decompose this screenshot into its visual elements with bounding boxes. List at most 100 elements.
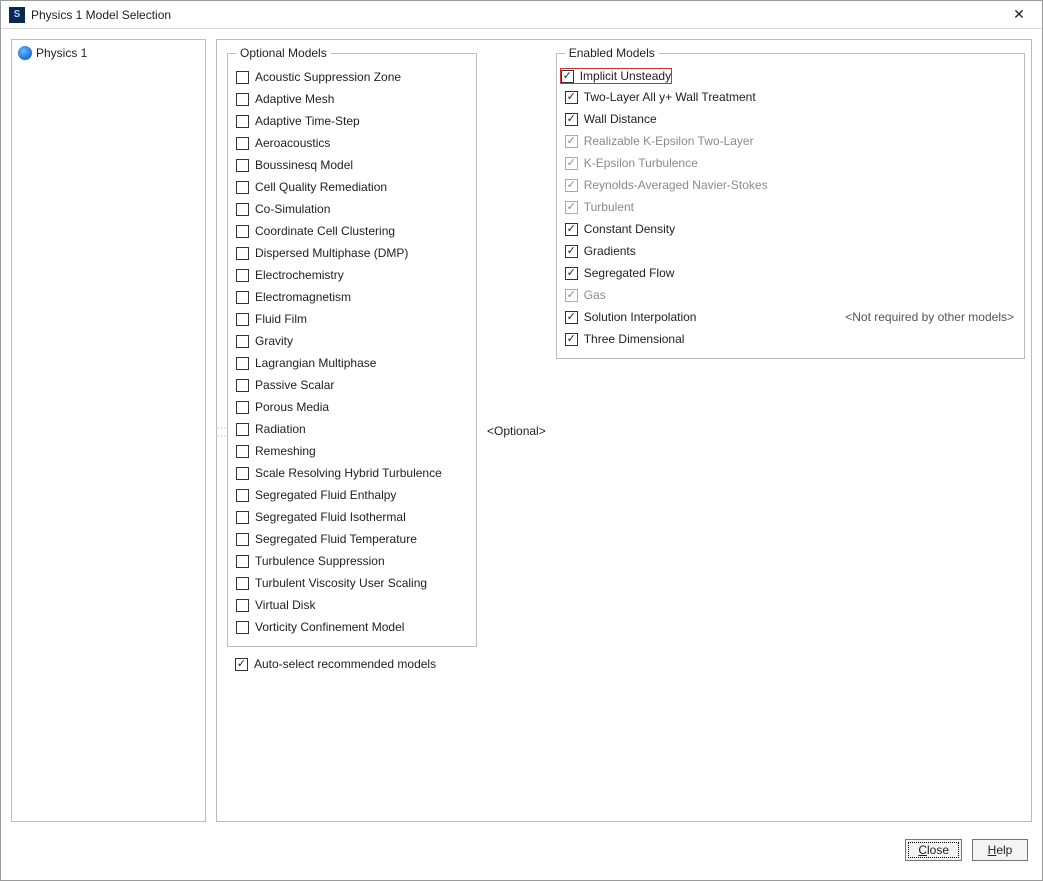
enabled-model-row[interactable]: Two-Layer All y+ Wall Treatment [565, 86, 1016, 108]
optional-model-label: Turbulence Suppression [255, 554, 385, 568]
tree-item-physics1[interactable]: Physics 1 [18, 44, 199, 62]
optional-model-row[interactable]: Remeshing [236, 440, 468, 462]
enabled-model-row[interactable]: Three Dimensional [565, 328, 1016, 350]
optional-model-row[interactable]: Segregated Fluid Temperature [236, 528, 468, 550]
checkbox[interactable] [236, 401, 249, 414]
optional-model-row[interactable]: Cell Quality Remediation [236, 176, 468, 198]
enabled-model-row[interactable]: Gradients [565, 240, 1016, 262]
checkbox[interactable] [236, 577, 249, 590]
body-area: Physics 1 ⋮⋮ Optional Models Acoustic Su… [1, 29, 1042, 832]
checkbox[interactable] [565, 267, 578, 280]
enabled-model-label: Constant Density [584, 222, 675, 236]
checkbox[interactable] [565, 113, 578, 126]
checkbox[interactable] [236, 93, 249, 106]
checkbox[interactable] [236, 313, 249, 326]
enabled-model-inner: Implicit Unsteady [560, 68, 672, 84]
optional-model-label: Dispersed Multiphase (DMP) [255, 246, 408, 260]
checkbox[interactable] [236, 357, 249, 370]
auto-select-checkbox[interactable] [235, 658, 248, 671]
optional-model-label: Turbulent Viscosity User Scaling [255, 576, 427, 590]
optional-model-label: Vorticity Confinement Model [255, 620, 404, 634]
optional-model-row[interactable]: Boussinesq Model [236, 154, 468, 176]
optional-model-row[interactable]: Adaptive Mesh [236, 88, 468, 110]
optional-model-row[interactable]: Acoustic Suppression Zone [236, 66, 468, 88]
enabled-model-label: Realizable K-Epsilon Two-Layer [584, 134, 754, 148]
enabled-model-row[interactable]: Implicit Unsteady [565, 66, 1016, 86]
optional-model-row[interactable]: Porous Media [236, 396, 468, 418]
optional-model-label: Gravity [255, 334, 293, 348]
help-button[interactable]: Help [972, 839, 1028, 861]
checkbox[interactable] [236, 379, 249, 392]
checkbox[interactable] [236, 511, 249, 524]
optional-model-row[interactable]: Aeroacoustics [236, 132, 468, 154]
optional-model-row[interactable]: Co-Simulation [236, 198, 468, 220]
checkbox[interactable] [236, 533, 249, 546]
optional-model-row[interactable]: Dispersed Multiphase (DMP) [236, 242, 468, 264]
optional-model-row[interactable]: Segregated Fluid Isothermal [236, 506, 468, 528]
optional-model-row[interactable]: Electromagnetism [236, 286, 468, 308]
optional-model-row[interactable]: Turbulence Suppression [236, 550, 468, 572]
checkbox[interactable] [236, 137, 249, 150]
enabled-model-row[interactable]: Segregated Flow [565, 262, 1016, 284]
checkbox[interactable] [236, 599, 249, 612]
checkbox[interactable] [236, 71, 249, 84]
optional-model-row[interactable]: Lagrangian Multiphase [236, 352, 468, 374]
enabled-model-inner: K-Epsilon Turbulence [565, 156, 698, 170]
enabled-model-label: Gradients [584, 244, 636, 258]
enabled-model-inner: Gradients [565, 244, 636, 258]
checkbox[interactable] [236, 467, 249, 480]
close-icon[interactable]: ✕ [1004, 5, 1034, 25]
checkbox[interactable] [236, 181, 249, 194]
enabled-model-label: Two-Layer All y+ Wall Treatment [584, 90, 756, 104]
optional-model-row[interactable]: Turbulent Viscosity User Scaling [236, 572, 468, 594]
optional-model-label: Fluid Film [255, 312, 307, 326]
splitter-grip[interactable]: ⋮⋮ [217, 40, 225, 821]
enabled-model-row[interactable]: Constant Density [565, 218, 1016, 240]
optional-model-row[interactable]: Electrochemistry [236, 264, 468, 286]
checkbox[interactable] [236, 555, 249, 568]
enabled-model-inner: Three Dimensional [565, 332, 685, 346]
optional-model-row[interactable]: Radiation [236, 418, 468, 440]
optional-model-label: Segregated Fluid Isothermal [255, 510, 406, 524]
checkbox[interactable] [236, 247, 249, 260]
optional-model-row[interactable]: Virtual Disk [236, 594, 468, 616]
close-button[interactable]: Close [905, 839, 962, 861]
checkbox[interactable] [236, 203, 249, 216]
checkbox[interactable] [236, 621, 249, 634]
checkbox[interactable] [236, 159, 249, 172]
checkbox[interactable] [236, 489, 249, 502]
checkbox[interactable] [236, 445, 249, 458]
checkbox[interactable] [565, 333, 578, 346]
checkbox[interactable] [236, 115, 249, 128]
auto-select-row[interactable]: Auto-select recommended models [235, 653, 469, 675]
checkbox[interactable] [565, 223, 578, 236]
checkbox[interactable] [236, 335, 249, 348]
enabled-model-row: K-Epsilon Turbulence [565, 152, 1016, 174]
checkbox[interactable] [565, 91, 578, 104]
checkbox[interactable] [565, 311, 578, 324]
optional-model-row[interactable]: Segregated Fluid Enthalpy [236, 484, 468, 506]
checkbox[interactable] [236, 269, 249, 282]
checkbox[interactable] [565, 245, 578, 258]
optional-model-row[interactable]: Passive Scalar [236, 374, 468, 396]
auto-select-label: Auto-select recommended models [254, 657, 436, 671]
optional-model-row[interactable]: Fluid Film [236, 308, 468, 330]
optional-model-label: Porous Media [255, 400, 329, 414]
enabled-model-row[interactable]: Wall Distance [565, 108, 1016, 130]
optional-model-label: Scale Resolving Hybrid Turbulence [255, 466, 442, 480]
optional-model-row[interactable]: Adaptive Time-Step [236, 110, 468, 132]
checkbox[interactable] [236, 423, 249, 436]
columns: Optional Models Acoustic Suppression Zon… [225, 40, 1031, 821]
footer: Close Help [1, 832, 1042, 880]
checkbox[interactable] [561, 70, 574, 83]
app-icon: S [9, 7, 25, 23]
optional-model-row[interactable]: Coordinate Cell Clustering [236, 220, 468, 242]
optional-model-row[interactable]: Scale Resolving Hybrid Turbulence [236, 462, 468, 484]
dialog-window: S Physics 1 Model Selection ✕ Physics 1 … [0, 0, 1043, 881]
enabled-model-row: Reynolds-Averaged Navier-Stokes [565, 174, 1016, 196]
optional-model-row[interactable]: Gravity [236, 330, 468, 352]
checkbox[interactable] [236, 225, 249, 238]
checkbox[interactable] [236, 291, 249, 304]
enabled-model-row[interactable]: Solution Interpolation<Not required by o… [565, 306, 1016, 328]
optional-model-row[interactable]: Vorticity Confinement Model [236, 616, 468, 638]
